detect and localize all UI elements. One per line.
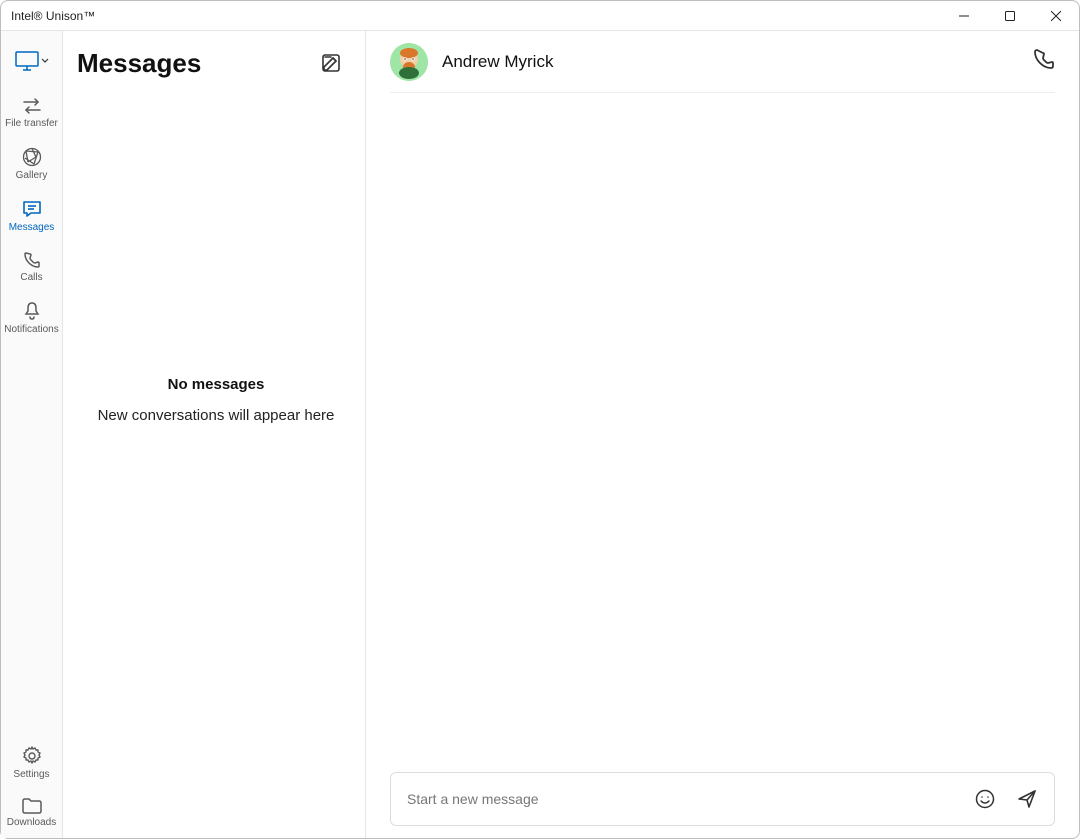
sidebar-item-file-transfer[interactable]: File transfer [1, 89, 63, 139]
send-button[interactable] [1010, 782, 1044, 816]
device-selector[interactable] [11, 45, 53, 77]
phone-icon [1033, 48, 1055, 70]
transfer-icon [21, 97, 43, 115]
title-bar: Intel® Unison™ [1, 1, 1079, 31]
gear-icon [22, 746, 42, 766]
app-window: Intel® Unison™ File transfer [0, 0, 1080, 839]
contact-avatar[interactable] [390, 43, 428, 81]
window-title: Intel® Unison™ [11, 9, 95, 23]
minimize-button[interactable] [941, 1, 987, 30]
sidebar-item-label: Settings [13, 769, 49, 780]
bell-icon [23, 301, 41, 321]
folder-icon [22, 798, 42, 814]
sidebar-item-label: File transfer [5, 118, 58, 129]
window-controls [941, 1, 1079, 30]
aperture-icon [22, 147, 42, 167]
empty-title: No messages [168, 376, 265, 393]
close-button[interactable] [1033, 1, 1079, 30]
message-input[interactable] [407, 791, 960, 807]
conversation-panel: Andrew Myrick [366, 31, 1079, 838]
sidebar-item-settings[interactable]: Settings [1, 738, 63, 790]
conversation-header: Andrew Myrick [390, 31, 1055, 93]
app-body: File transfer Gallery Messages Calls Not… [1, 31, 1079, 838]
call-button[interactable] [1033, 48, 1055, 75]
sidebar-item-downloads[interactable]: Downloads [1, 790, 63, 838]
sidebar-item-label: Calls [20, 272, 42, 283]
contact-name: Andrew Myrick [442, 52, 553, 72]
sidebar: File transfer Gallery Messages Calls Not… [1, 31, 63, 838]
sidebar-item-label: Notifications [4, 324, 58, 335]
sidebar-item-calls[interactable]: Calls [1, 243, 63, 293]
minimize-icon [959, 11, 969, 21]
emoji-icon [975, 789, 995, 809]
message-icon [22, 199, 42, 219]
message-input-row [390, 772, 1055, 826]
close-icon [1051, 11, 1061, 21]
maximize-icon [1005, 11, 1015, 21]
sidebar-item-label: Messages [9, 222, 55, 233]
avatar-icon [390, 43, 428, 81]
sidebar-item-label: Downloads [7, 817, 56, 828]
sidebar-item-notifications[interactable]: Notifications [1, 293, 63, 345]
send-icon [1017, 789, 1037, 809]
emoji-button[interactable] [968, 782, 1002, 816]
phone-icon [23, 251, 41, 269]
conversation-header-inner: Andrew Myrick [390, 43, 1019, 81]
messages-empty-state: No messages New conversations will appea… [77, 31, 355, 768]
sidebar-item-messages[interactable]: Messages [1, 191, 63, 243]
sidebar-item-label: Gallery [16, 170, 48, 181]
sidebar-item-gallery[interactable]: Gallery [1, 139, 63, 191]
maximize-button[interactable] [987, 1, 1033, 30]
monitor-icon [15, 51, 39, 71]
conversation-body [366, 93, 1079, 772]
empty-subtitle: New conversations will appear here [98, 407, 335, 424]
chevron-down-icon [41, 58, 49, 64]
messages-panel: Messages No messages New conversations w… [63, 31, 366, 838]
